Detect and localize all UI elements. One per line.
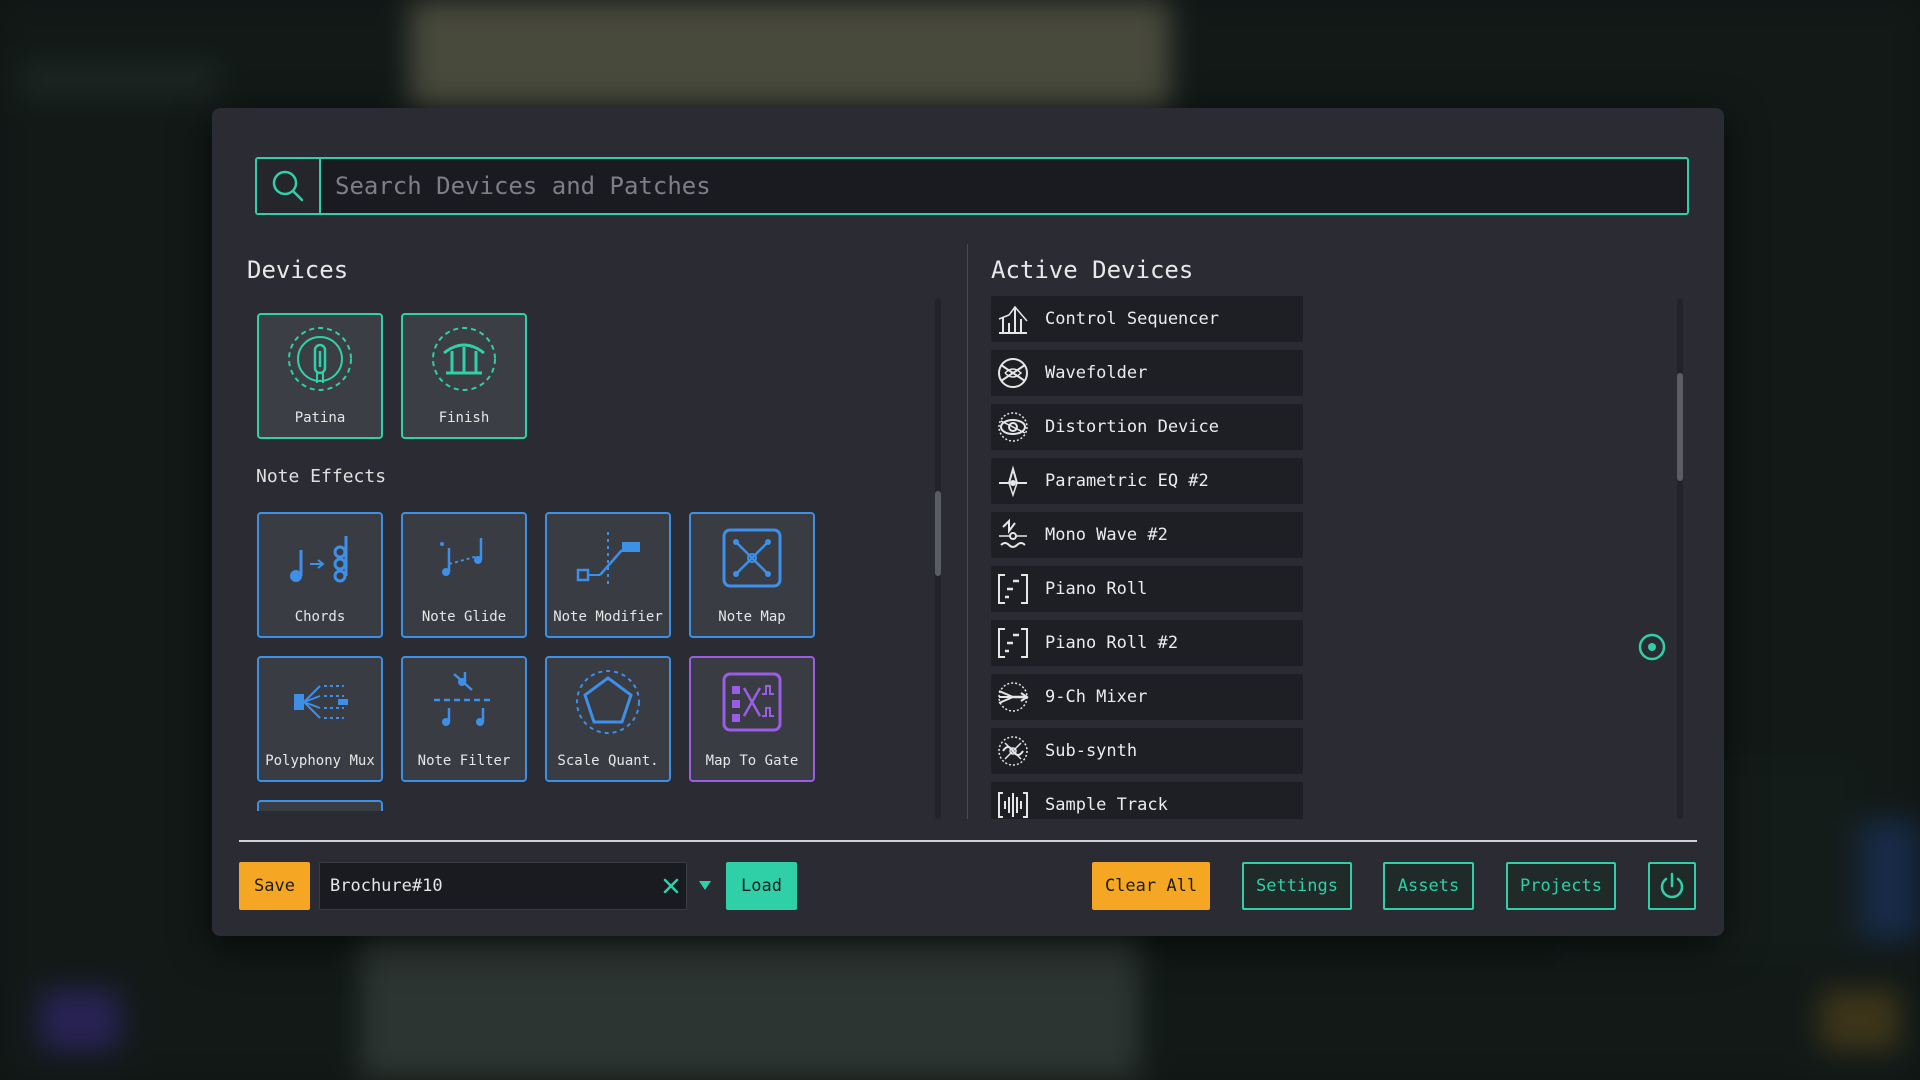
piano-roll-icon [998, 628, 1028, 658]
note-effect-partial [257, 800, 383, 811]
mixer-icon [998, 682, 1029, 712]
polyphony-mux-icon [294, 685, 348, 719]
active-devices-scrollbar-thumb[interactable] [1677, 373, 1683, 481]
settings-button[interactable]: Settings [1242, 862, 1352, 910]
power-button[interactable] [1648, 862, 1696, 910]
projects-button[interactable]: Projects [1506, 862, 1616, 910]
active-devices-heading: Active Devices [991, 256, 1194, 284]
active-device-label: Piano Roll #2 [1045, 633, 1179, 653]
note-glide-icon [440, 538, 483, 576]
panel-divider [967, 244, 968, 819]
note-effect-note-filter[interactable]: Note Filter [401, 656, 527, 782]
note-effect-note-modifier[interactable]: Note Modifier [545, 512, 671, 638]
power-icon [1660, 872, 1684, 899]
control-sequencer-icon [998, 305, 1028, 334]
patina-icon [288, 327, 352, 391]
note-effect-note-glide[interactable]: Note Glide [401, 512, 527, 638]
device-tile-label: Patina [294, 410, 346, 426]
search-input[interactable] [321, 159, 1687, 213]
active-device-label: Control Sequencer [1045, 309, 1219, 329]
note-effect-label: Scale Quant. [557, 753, 659, 769]
target-indicator-icon[interactable] [1637, 632, 1667, 662]
note-effect-chords[interactable]: Chords [257, 512, 383, 638]
active-device-piano-roll-2[interactable]: Piano Roll #2 [991, 620, 1303, 666]
active-device-label: Parametric EQ #2 [1045, 471, 1209, 491]
device-browser-modal: Devices Patina Finish Note Effects [212, 108, 1724, 936]
active-device-wavefolder[interactable]: Wavefolder [991, 350, 1303, 396]
active-device-sub-synth[interactable]: Sub-synth [991, 728, 1303, 774]
devices-scrollbar-thumb[interactable] [935, 491, 941, 576]
active-device-label: Distortion Device [1045, 417, 1219, 437]
clear-patch-name-icon[interactable] [656, 871, 686, 901]
active-device-distortion[interactable]: Distortion Device [991, 404, 1303, 450]
wavefolder-icon [998, 358, 1028, 388]
footer-divider [239, 840, 1697, 842]
active-device-label: 9-Ch Mixer [1045, 687, 1148, 707]
patch-name-input[interactable] [320, 875, 656, 897]
note-effect-label: Note Glide [421, 609, 507, 625]
active-device-label: Wavefolder [1045, 363, 1148, 383]
note-effect-label: Note Map [718, 609, 786, 625]
note-effect-note-map[interactable]: Note Map [689, 512, 815, 638]
active-device-9-ch-mixer[interactable]: 9-Ch Mixer [991, 674, 1303, 720]
device-tile-patina[interactable]: Patina [257, 313, 383, 439]
clear-all-button[interactable]: Clear All [1092, 862, 1210, 910]
note-modifier-icon [576, 532, 640, 584]
note-map-icon [722, 528, 782, 588]
map-to-gate-icon [722, 672, 782, 732]
active-device-mono-wave-2[interactable]: Mono Wave #2 [991, 512, 1303, 558]
active-device-label: Piano Roll [1045, 579, 1148, 599]
mono-wave-icon [999, 518, 1027, 548]
scale-quant-icon [576, 670, 640, 734]
search-bar [255, 157, 1689, 215]
patch-name-field [319, 862, 687, 910]
device-tile-label: Finish [438, 410, 490, 426]
note-effect-label: Note Filter [417, 753, 511, 769]
note-effect-label: Note Modifier [553, 609, 663, 625]
chords-icon [290, 536, 348, 583]
distortion-icon [998, 412, 1028, 442]
assets-button[interactable]: Assets [1383, 862, 1474, 910]
active-device-label: Sample Track [1045, 795, 1168, 815]
parametric-eq-icon [999, 465, 1027, 498]
note-effect-label: Chords [294, 609, 346, 625]
note-effect-scale-quant[interactable]: Scale Quant. [545, 656, 671, 782]
search-icon[interactable] [257, 159, 321, 213]
active-device-label: Mono Wave #2 [1045, 525, 1168, 545]
active-device-parametric-eq-2[interactable]: Parametric EQ #2 [991, 458, 1303, 504]
active-device-sample-track[interactable]: Sample Track [991, 782, 1303, 819]
sub-synth-icon [998, 736, 1028, 766]
note-effect-polyphony-mux[interactable]: Polyphony Mux [257, 656, 383, 782]
load-button[interactable]: Load [726, 862, 797, 910]
device-tile-finish[interactable]: Finish [401, 313, 527, 439]
note-effect-label: Polyphony Mux [265, 753, 375, 769]
sample-track-icon [998, 792, 1028, 818]
active-devices-list: Control Sequencer Wavefolder Distortion … [991, 296, 1303, 819]
patch-dropdown-icon[interactable] [695, 875, 715, 895]
active-device-label: Sub-synth [1045, 741, 1138, 761]
piano-roll-icon [998, 574, 1028, 604]
devices-heading: Devices [247, 256, 349, 284]
finish-icon [432, 327, 496, 391]
note-filter-icon [434, 672, 494, 726]
note-effect-map-to-gate[interactable]: Map To Gate [689, 656, 815, 782]
note-effect-label: Map To Gate [705, 753, 799, 769]
note-effects-heading: Note Effects [256, 466, 387, 487]
active-device-piano-roll[interactable]: Piano Roll [991, 566, 1303, 612]
active-device-control-sequencer[interactable]: Control Sequencer [991, 296, 1303, 342]
save-button[interactable]: Save [239, 862, 310, 910]
